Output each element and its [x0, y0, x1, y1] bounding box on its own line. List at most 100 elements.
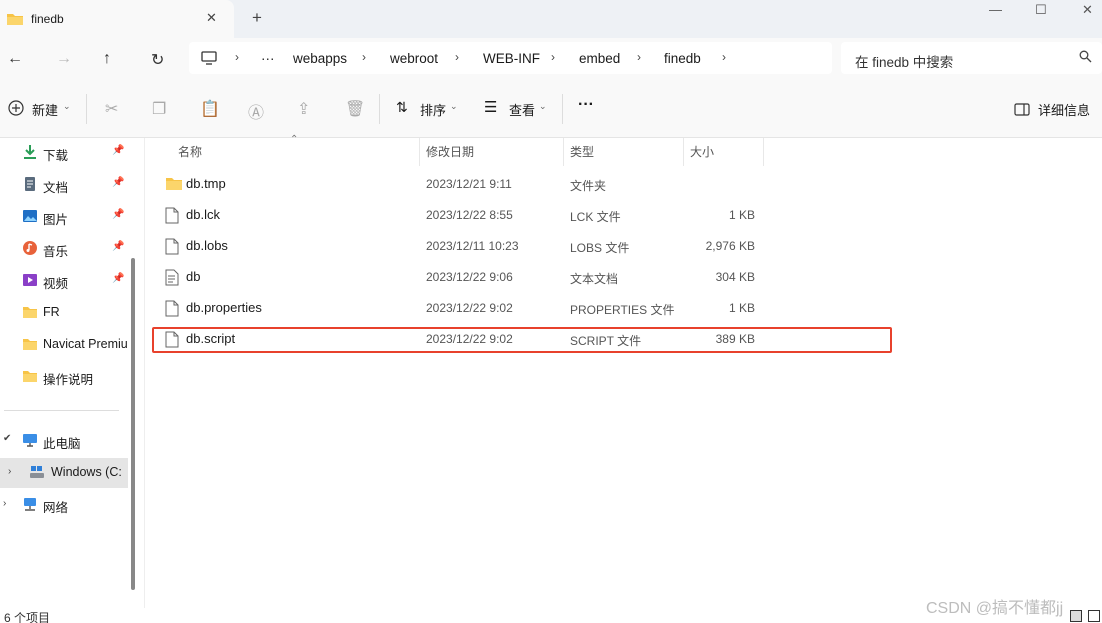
column-divider[interactable] [563, 138, 564, 166]
folder-icon [23, 307, 37, 318]
file-row-db-lobs[interactable]: db.lobs 2023/12/11 10:23 LOBS 文件 2,976 K… [153, 231, 891, 261]
network-icon [24, 498, 36, 511]
breadcrumb-webroot[interactable]: webroot [390, 51, 438, 66]
breadcrumb-web-inf[interactable]: WEB-INF [483, 51, 540, 66]
column-divider[interactable] [763, 138, 764, 166]
chevron-right-icon[interactable]: › [362, 50, 366, 64]
chevron-right-icon[interactable]: › [3, 498, 6, 509]
chevron-down-icon[interactable]: ✔ [3, 433, 11, 444]
close-window-button[interactable]: ✕ [1082, 2, 1093, 18]
navigation-bar: ← → ↑ ↻ › ··· webapps › webroot › WEB-IN… [0, 38, 1102, 82]
refresh-button[interactable]: ↻ [151, 50, 164, 70]
details-view-button[interactable] [1070, 610, 1082, 622]
pin-icon[interactable]: 📌 [112, 241, 124, 252]
paste-icon[interactable]: 📋 [200, 99, 220, 119]
sidebar-scrollbar[interactable] [131, 258, 135, 590]
search-input[interactable]: 在 finedb 中搜索 [855, 51, 953, 71]
file-row-db[interactable]: db 2023/12/22 9:06 文本文档 304 KB [153, 262, 891, 292]
document-icon [25, 177, 35, 191]
plus-circle-icon[interactable] [8, 100, 24, 116]
details-button[interactable]: 详细信息 [1038, 100, 1090, 119]
music-icon [23, 241, 37, 255]
copy-icon[interactable]: ❐ [152, 99, 166, 119]
breadcrumb-finedb[interactable]: finedb [664, 51, 701, 66]
toolbar-divider [86, 94, 87, 124]
search-box[interactable]: 在 finedb 中搜索 [841, 42, 1102, 74]
title-bar: finedb ✕ + — ☐ ✕ [0, 0, 1102, 38]
breadcrumb-webapps[interactable]: webapps [293, 51, 347, 66]
view-button[interactable]: 查看 [509, 100, 535, 119]
file-list: ⌃ 名称 修改日期 类型 大小 db.tmp 2023/12/21 9:11 文… [145, 134, 1102, 608]
folder-icon [23, 371, 37, 382]
sidebar-item-videos[interactable]: 视频 📌 [0, 266, 128, 296]
file-row-db-lck[interactable]: db.lck 2023/12/22 8:55 LCK 文件 1 KB [153, 200, 891, 230]
computer-icon [201, 51, 217, 65]
folder-icon [23, 339, 37, 350]
sort-ascending-icon: ⌃ [290, 134, 299, 145]
details-pane-icon[interactable] [1014, 103, 1030, 116]
chevron-down-icon[interactable]: ⌄ [539, 101, 547, 112]
sidebar-item-navicat[interactable]: Navicat Premiu [0, 330, 128, 360]
pictures-icon [23, 210, 37, 222]
sidebar-item-documents[interactable]: 文档 📌 [0, 170, 128, 200]
back-button[interactable]: ← [7, 50, 23, 68]
tab-title: finedb [31, 12, 64, 26]
up-button[interactable]: ↑ [103, 50, 111, 68]
maximize-button[interactable]: ☐ [1035, 2, 1047, 18]
sidebar-item-fr[interactable]: FR [0, 298, 128, 328]
navigation-pane: 下载 📌 文档 📌 图片 📌 音乐 📌 视频 📌 FR Navicat Prem… [0, 138, 130, 608]
pin-icon[interactable]: 📌 [112, 209, 124, 220]
column-header-type[interactable]: 类型 [570, 143, 594, 160]
close-tab-icon[interactable]: ✕ [206, 10, 217, 26]
share-icon[interactable]: ⇪ [297, 99, 310, 119]
chevron-right-icon[interactable]: › [551, 50, 555, 64]
file-row-db-properties[interactable]: db.properties 2023/12/22 9:02 PROPERTIES… [153, 293, 891, 323]
chevron-right-icon[interactable]: › [637, 50, 641, 64]
forward-button[interactable]: → [56, 50, 72, 68]
new-button[interactable]: 新建 [32, 100, 58, 119]
sidebar-item-music[interactable]: 音乐 📌 [0, 234, 128, 264]
tiles-view-button[interactable] [1088, 610, 1100, 622]
sidebar-item-windows-drive[interactable]: › Windows (C: [0, 458, 128, 488]
sidebar-item-instructions[interactable]: 操作说明 [0, 362, 128, 392]
column-header-date[interactable]: 修改日期 [426, 143, 474, 160]
more-options-button[interactable]: ··· [578, 96, 594, 114]
column-header-size[interactable]: 大小 [690, 143, 714, 160]
breadcrumb-embed[interactable]: embed [579, 51, 620, 66]
column-header-name[interactable]: 名称 [178, 143, 202, 160]
pin-icon[interactable]: 📌 [112, 273, 124, 284]
sort-icon[interactable]: ⇅ [396, 99, 408, 116]
delete-icon[interactable]: 🗑 [345, 99, 365, 119]
chevron-right-icon[interactable]: › [722, 50, 726, 64]
chevron-down-icon[interactable]: ⌄ [450, 101, 458, 112]
toolbar-divider [379, 94, 380, 124]
tab-finedb[interactable]: finedb ✕ [0, 0, 234, 38]
sort-button[interactable]: 排序 [420, 100, 446, 119]
sidebar-item-this-pc[interactable]: ✔ 此电脑 [0, 426, 128, 456]
column-divider[interactable] [683, 138, 684, 166]
chevron-right-icon[interactable]: › [235, 50, 239, 64]
chevron-right-icon[interactable]: › [455, 50, 459, 64]
chevron-right-icon[interactable]: › [8, 466, 11, 477]
search-icon[interactable] [1079, 50, 1092, 63]
view-icon[interactable]: ☰ [484, 98, 497, 116]
rename-icon[interactable]: Ⓐ [248, 99, 264, 123]
item-count: 6 个项目 [4, 611, 51, 623]
breadcrumb-more[interactable]: ··· [261, 51, 275, 66]
minimize-button[interactable]: — [989, 2, 1002, 17]
download-icon [24, 145, 36, 159]
sidebar-item-pictures[interactable]: 图片 📌 [0, 202, 128, 232]
column-divider[interactable] [419, 138, 420, 166]
pin-icon[interactable]: 📌 [112, 177, 124, 188]
file-icon [165, 238, 179, 255]
folder-icon [166, 178, 182, 190]
address-bar[interactable]: › ··· webapps › webroot › WEB-INF › embe… [189, 42, 832, 74]
sidebar-item-network[interactable]: › 网络 [0, 490, 128, 520]
new-tab-button[interactable]: + [252, 8, 262, 28]
cut-icon[interactable]: ✂ [105, 99, 118, 119]
sidebar-item-downloads[interactable]: 下载 📌 [0, 138, 128, 168]
pin-icon[interactable]: 📌 [112, 145, 124, 156]
folder-icon [7, 14, 23, 25]
chevron-down-icon[interactable]: ⌄ [63, 101, 71, 112]
file-row-db-tmp[interactable]: db.tmp 2023/12/21 9:11 文件夹 [153, 169, 891, 199]
